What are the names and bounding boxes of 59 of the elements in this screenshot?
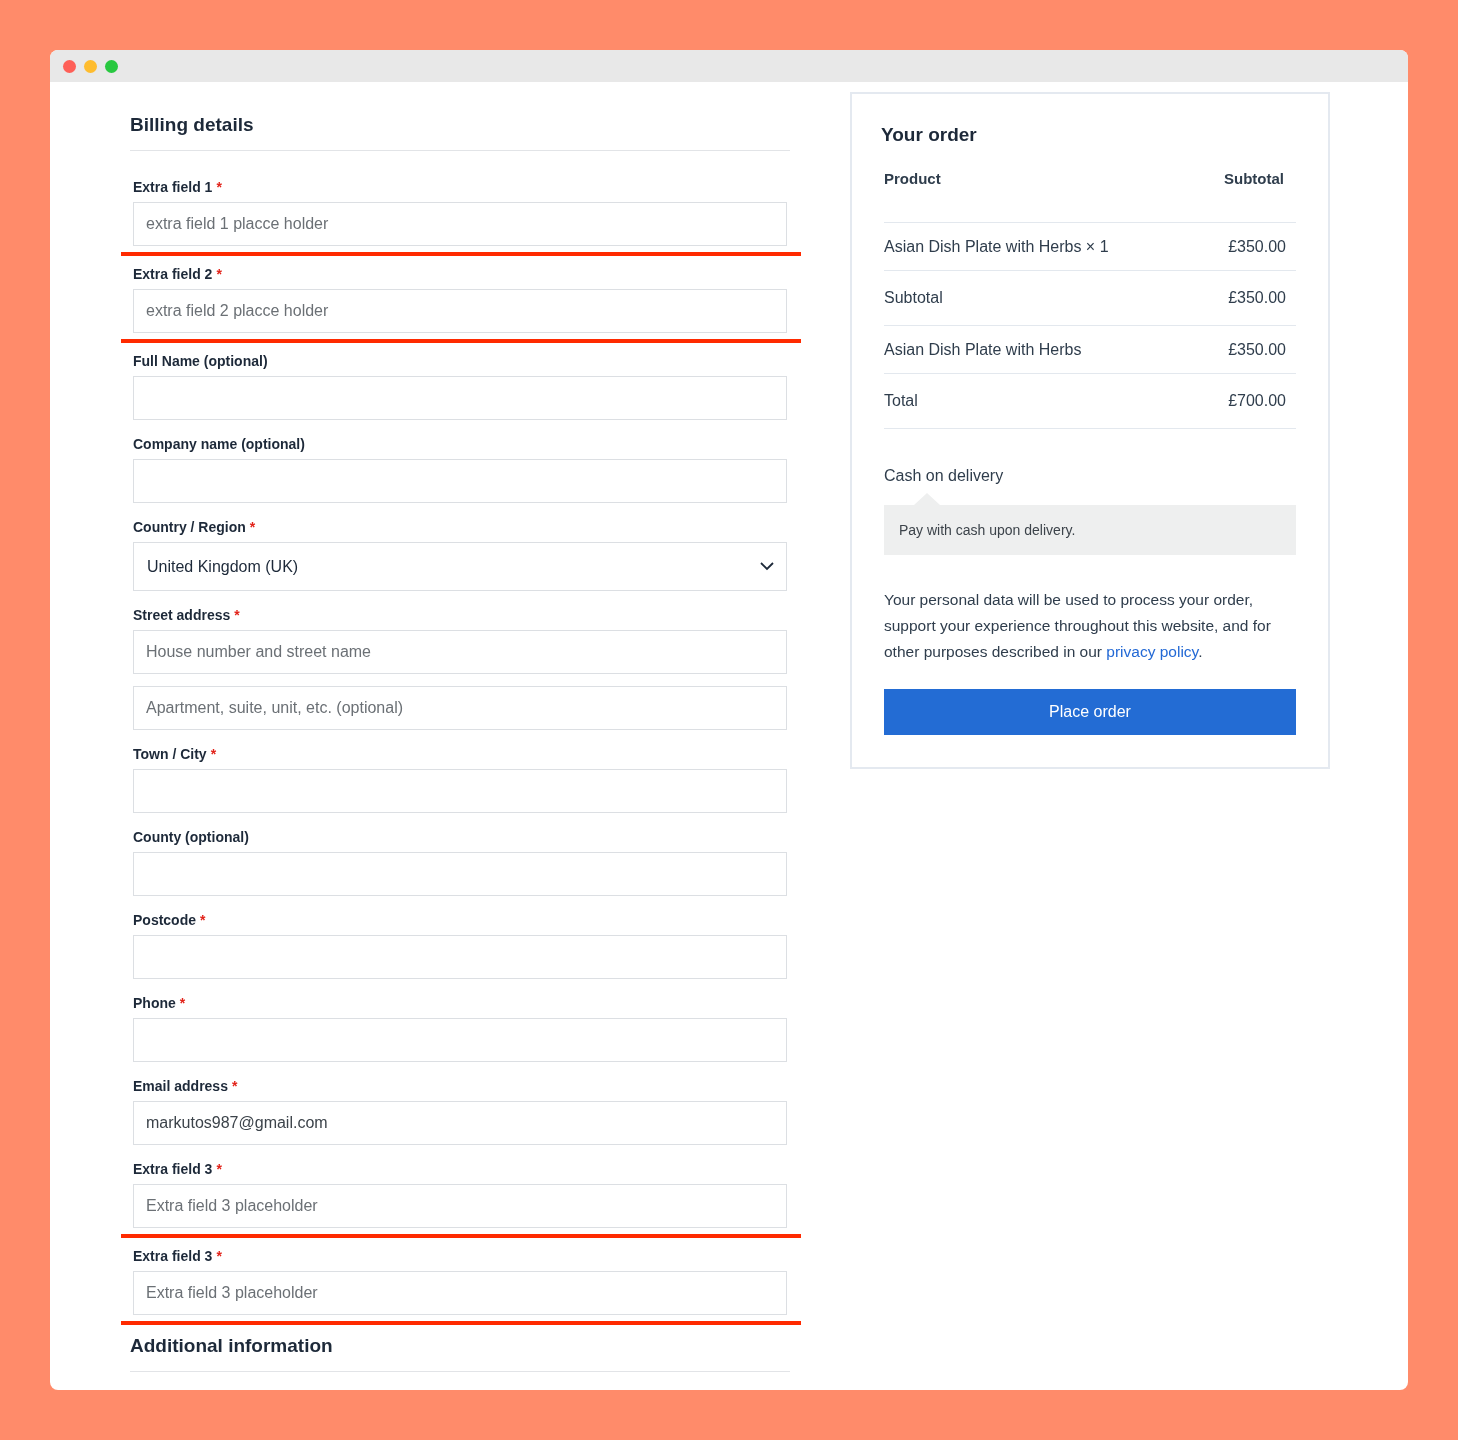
field-label: Extra field 3 [133, 1161, 213, 1177]
field-label: Town / City [133, 746, 207, 762]
privacy-policy-link[interactable]: privacy policy [1106, 643, 1199, 660]
input-field[interactable] [133, 376, 787, 420]
input-field[interactable]: Extra field 3 placeholder [133, 1184, 787, 1228]
field-label: Full Name (optional) [133, 353, 268, 369]
field-label: Phone [133, 995, 176, 1011]
order-heading: Your order [881, 124, 978, 146]
input-field[interactable] [133, 1018, 787, 1062]
column-header: Subtotal [1224, 170, 1284, 187]
required-mark: * [216, 1248, 222, 1264]
section-heading: Additional information [130, 1335, 333, 1357]
place-order-button[interactable]: Place order [884, 689, 1296, 735]
window-control-icon[interactable] [63, 59, 76, 73]
field-label: Email address [133, 1078, 228, 1094]
field-label: Extra field 2 [133, 266, 213, 282]
input-field[interactable] [133, 459, 787, 503]
field-label: Street address [133, 607, 231, 623]
field-label: Company name (optional) [133, 436, 305, 452]
table-cell: Subtotal [884, 289, 943, 307]
required-mark: * [216, 266, 222, 282]
required-mark: * [210, 746, 217, 762]
chevron-down-icon [760, 562, 774, 571]
field-label: Country / Region [133, 519, 246, 535]
table-cell: £700.00 [1228, 392, 1286, 410]
input-field[interactable] [133, 769, 787, 813]
required-mark: * [216, 179, 222, 195]
country-dropdown[interactable]: United Kingdom (UK) [133, 542, 787, 591]
section-heading: Billing details [130, 114, 254, 136]
input-field[interactable]: extra field 2 placce holder [133, 289, 787, 333]
field-label: County (optional) [133, 829, 249, 845]
field-label: Postcode [133, 912, 196, 928]
table-cell: Asian Dish Plate with Herbs [884, 340, 1082, 359]
input-field[interactable] [133, 935, 787, 979]
input-field[interactable]: extra field 1 placce holder [133, 202, 787, 246]
privacy-notice: Your personal data will be used to process your order, support your experience throughout this website, and for other purposes described in our privacy policy. [884, 590, 1272, 662]
input-field[interactable]: Apartment, suite, unit, etc. (optional) [133, 686, 787, 730]
table-cell: £350.00 [1228, 289, 1286, 307]
required-mark: * [216, 1161, 222, 1177]
payment-description: Pay with cash upon delivery. [884, 505, 1296, 555]
field-label: Extra field 1 [133, 179, 213, 195]
column-header: Product [884, 170, 941, 187]
required-mark: * [234, 607, 240, 623]
field-label: Extra field 3 [133, 1248, 213, 1264]
table-cell: Asian Dish Plate with Herbs × 1 [884, 237, 1109, 256]
input-field[interactable] [133, 852, 787, 896]
window-control-icon[interactable] [84, 59, 97, 73]
input-field[interactable]: House number and street name [133, 630, 787, 674]
required-mark: * [231, 1078, 238, 1094]
required-mark: * [200, 912, 206, 928]
table-cell: £350.00 [1228, 340, 1286, 359]
required-mark: * [249, 519, 256, 535]
table-cell: £350.00 [1228, 237, 1286, 256]
table-cell: Total [884, 392, 918, 410]
input-field[interactable]: Extra field 3 placeholder [133, 1271, 787, 1315]
window-control-icon[interactable] [105, 59, 118, 73]
input-field[interactable]: markutos987@gmail.com [133, 1101, 787, 1145]
required-mark: * [179, 995, 186, 1011]
payment-method-label: Cash on delivery [884, 467, 1005, 485]
